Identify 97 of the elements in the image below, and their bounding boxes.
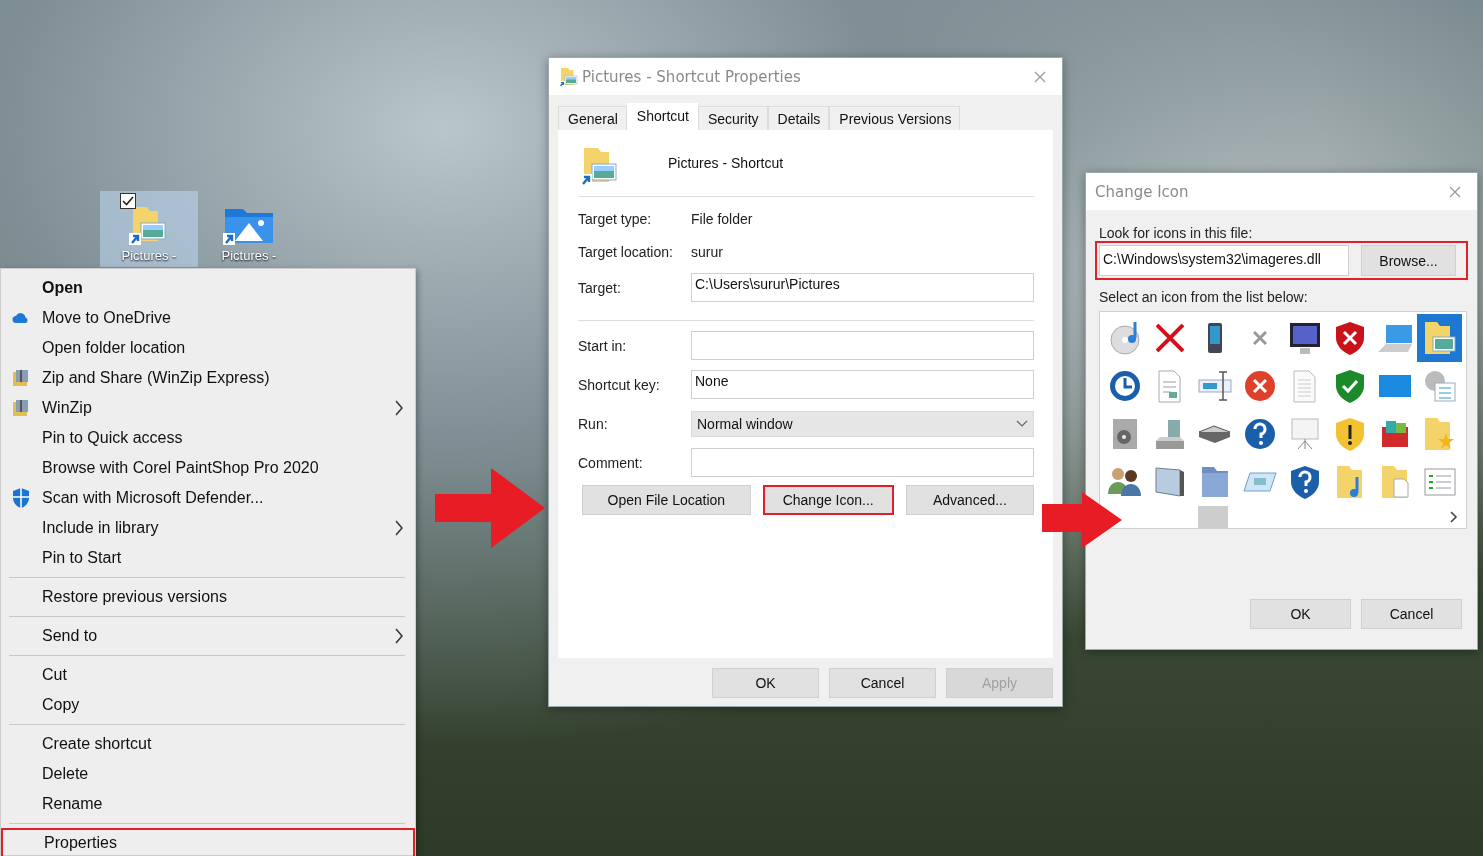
- archive-icon: [10, 398, 31, 418]
- gear-list-icon: [1423, 370, 1456, 402]
- menu-item[interactable]: Pin to Quick access: [1, 423, 415, 453]
- menu-item[interactable]: Rename: [1, 789, 415, 819]
- drive-icon: [1154, 418, 1185, 450]
- disc-music-icon: [1109, 321, 1140, 355]
- menu-item[interactable]: Restore previous versions: [1, 582, 415, 612]
- document-folder-icon: [1380, 465, 1409, 499]
- menu-item[interactable]: Delete: [1, 759, 415, 789]
- window-title: Pictures - Shortcut Properties: [582, 67, 802, 86]
- button[interactable]: Open File Location: [582, 485, 751, 515]
- archive-icon: [10, 368, 31, 388]
- menu-item[interactable]: WinZip: [1, 393, 415, 423]
- chevron-right-icon: [394, 399, 404, 417]
- shield-icon: [10, 487, 31, 509]
- field-label: Select an icon from the list below:: [1099, 289, 1309, 305]
- folder-shortcut-icon: [558, 65, 580, 88]
- field-value: File folder: [691, 211, 754, 227]
- input-field[interactable]: [691, 331, 1034, 360]
- card-icon: [1242, 472, 1277, 492]
- field-label: Target location:: [578, 244, 674, 260]
- menu-item[interactable]: Pin to Start: [1, 543, 415, 573]
- picture-folder-icon: [1423, 321, 1456, 355]
- menu-item[interactable]: Send to: [1, 621, 415, 651]
- field-label: Comment:: [578, 454, 644, 471]
- field-label: Shortcut key:: [578, 376, 661, 393]
- field-label: Target:: [578, 279, 622, 296]
- tab[interactable]: Details: [767, 106, 830, 130]
- menu-item[interactable]: Move to OneDrive: [1, 303, 415, 333]
- monitor-icon: [1288, 321, 1321, 355]
- field-label: Start in:: [578, 337, 628, 354]
- menu-item[interactable]: Create shortcut: [1, 729, 415, 759]
- input-field[interactable]: [691, 448, 1034, 477]
- document-icon: [1293, 369, 1316, 403]
- shortcut-name: Pictures - Shortcut: [668, 155, 784, 171]
- button[interactable]: Cancel: [1361, 599, 1462, 629]
- tab[interactable]: Security: [697, 106, 768, 130]
- blocks-icon: [1380, 420, 1409, 448]
- checkbox[interactable]: [120, 193, 136, 209]
- chevron-down-icon: [1016, 419, 1028, 428]
- chevron-right-icon: [394, 627, 404, 645]
- computer-icon: [1376, 323, 1413, 353]
- button[interactable]: Change Icon...: [762, 485, 894, 515]
- screen-icon: [1377, 374, 1412, 398]
- shield-icon: [1334, 320, 1365, 356]
- menu-item[interactable]: Cut: [1, 660, 415, 690]
- x-mark-icon: [1155, 324, 1184, 352]
- field-label: Run:: [578, 415, 609, 432]
- x-mark-icon: [1252, 331, 1267, 345]
- close-icon[interactable]: [1449, 185, 1461, 198]
- close-icon[interactable]: [1034, 70, 1046, 83]
- field-label: Target type:: [578, 211, 653, 227]
- menu-item[interactable]: Open folder location: [1, 333, 415, 363]
- input-field[interactable]: C:\Users\surur\Pictures: [691, 273, 1034, 302]
- tab[interactable]: Previous Versions: [829, 106, 961, 130]
- music-folder-icon: [1336, 465, 1363, 499]
- menu-item[interactable]: Browse with Corel PaintShop Pro 2020: [1, 453, 415, 483]
- menu-item[interactable]: Zip and Share (WinZip Express): [1, 363, 415, 393]
- button[interactable]: OK: [712, 668, 819, 698]
- chevron-right-icon: [1450, 511, 1458, 523]
- phone-icon: [1206, 322, 1223, 354]
- text-field-icon: [1197, 371, 1232, 401]
- field-value: surur: [691, 244, 724, 260]
- menu-item[interactable]: Open: [1, 273, 415, 303]
- folder-icon: [1200, 466, 1229, 498]
- chevron-right-icon: [394, 519, 404, 537]
- document-icon: [1158, 369, 1181, 403]
- button[interactable]: Advanced...: [905, 485, 1034, 515]
- scanner-icon: [1198, 424, 1231, 444]
- clock-icon: [1108, 370, 1141, 402]
- dropdown[interactable]: Normal window: [691, 410, 1034, 437]
- list-icon: [1423, 468, 1456, 496]
- help-icon: [1243, 418, 1276, 450]
- error-icon: [1243, 370, 1276, 402]
- menu-item[interactable]: Scan with Microsoft Defender...: [1, 483, 415, 513]
- drive-icon: [1154, 467, 1185, 497]
- tab[interactable]: Shortcut: [626, 103, 698, 130]
- folder-star-icon: [1424, 417, 1455, 451]
- button[interactable]: Cancel: [829, 668, 936, 698]
- users-icon: [1107, 467, 1142, 497]
- menu-item[interactable]: Copy: [1, 690, 415, 720]
- scrollbar-thumb[interactable]: [1198, 506, 1228, 528]
- button[interactable]: Browse...: [1361, 245, 1456, 276]
- projector-screen-icon: [1290, 418, 1319, 450]
- help-shield-icon: [1289, 464, 1320, 500]
- tab[interactable]: General: [558, 106, 627, 130]
- warning-shield-icon: [1334, 416, 1365, 452]
- shield-check-icon: [1334, 368, 1365, 404]
- input-field[interactable]: C:\Windows\system32\imageres.dll: [1099, 245, 1349, 276]
- window-title: Change Icon: [1095, 182, 1190, 201]
- cloud-icon: [11, 312, 30, 324]
- disc-drive-icon: [1111, 418, 1138, 450]
- menu-item[interactable]: Include in library: [1, 513, 415, 543]
- button[interactable]: OK: [1250, 599, 1351, 629]
- menu-item[interactable]: Properties: [1, 828, 415, 856]
- field-label: Look for icons in this file:: [1099, 225, 1254, 241]
- input-field[interactable]: None: [691, 370, 1034, 399]
